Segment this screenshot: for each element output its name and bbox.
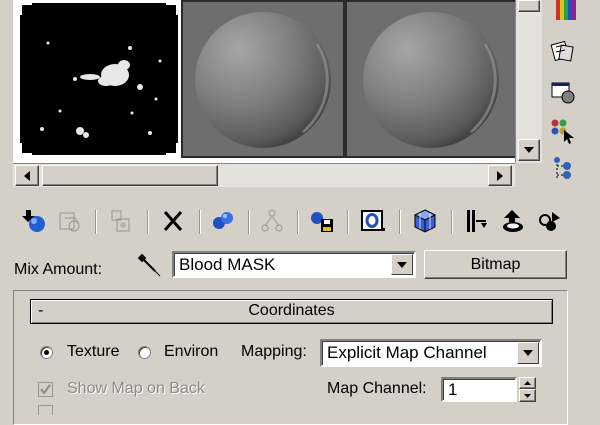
make-unique-icon	[259, 208, 285, 234]
material-effects-channel-icon[interactable]	[360, 208, 386, 234]
splatter-texture-preview	[20, 3, 178, 155]
sphere-preview	[183, 2, 343, 156]
mix-amount-label: Mix Amount:	[14, 261, 103, 278]
scroll-right-button[interactable]	[488, 165, 512, 186]
map-type-button[interactable]: Bitmap	[424, 250, 567, 279]
scroll-down-button[interactable]	[518, 139, 540, 161]
make-preview-icon[interactable]	[550, 38, 576, 64]
sample-slots-vertical-scrollbar[interactable]	[515, 0, 542, 163]
arrow-right-icon	[497, 170, 503, 181]
rollout-title: Coordinates	[248, 302, 335, 319]
chevron-down-icon	[397, 261, 407, 268]
arrow-left-icon	[24, 170, 30, 181]
arrow-down-icon	[524, 147, 534, 153]
arrow-up-icon	[524, 381, 531, 385]
texture-label: Texture	[67, 343, 120, 360]
map-name-dropdown[interactable]: Blood MASK	[172, 251, 416, 278]
environ-label: Environ	[164, 343, 219, 360]
go-forward-to-sibling-icon[interactable]	[536, 208, 562, 234]
checkmark-icon	[40, 384, 51, 395]
mapping-value: Explicit Map Channel	[327, 343, 487, 362]
sample-slot-3[interactable]	[345, 0, 517, 158]
show-end-result-icon[interactable]	[463, 208, 489, 234]
chevron-down-icon	[523, 350, 533, 356]
sample-slot-2[interactable]	[181, 0, 345, 158]
map-channel-label: Map Channel:	[327, 380, 427, 397]
assign-material-to-selection-icon	[108, 208, 134, 234]
texture-radio[interactable]	[40, 346, 53, 359]
material-navigator-icon[interactable]	[550, 156, 576, 182]
map-channel-field[interactable]: 1	[441, 377, 517, 402]
eyedropper-pick-icon[interactable]	[136, 252, 164, 280]
sample-slots-area	[13, 0, 525, 163]
scroll-left-button[interactable]	[15, 165, 39, 186]
dropdown-arrow-button[interactable]	[517, 342, 539, 364]
partially-visible-checkbox[interactable]	[38, 405, 53, 415]
scroll-thumb[interactable]	[518, 0, 540, 12]
background-icon[interactable]	[552, 0, 578, 26]
map-channel-value: 1	[448, 379, 458, 399]
spinner-down-button[interactable]	[519, 389, 536, 402]
put-material-to-scene-icon	[57, 208, 83, 234]
environ-radio[interactable]	[138, 346, 151, 359]
make-material-copy-icon[interactable]	[210, 208, 236, 234]
map-name-value: Blood MASK	[179, 254, 276, 274]
map-channel-spinner[interactable]	[519, 377, 536, 402]
show-map-in-viewport-icon[interactable]	[412, 208, 438, 234]
reset-map-delete-icon[interactable]	[160, 208, 186, 234]
sample-slots-horizontal-scrollbar[interactable]	[13, 163, 515, 187]
show-map-on-back-label: Show Map on Back	[67, 380, 205, 397]
get-material-icon[interactable]	[22, 208, 48, 234]
scroll-thumb[interactable]	[42, 165, 218, 186]
select-by-material-icon[interactable]	[550, 118, 576, 144]
mapping-dropdown[interactable]: Explicit Map Channel	[320, 339, 542, 367]
go-to-parent-icon[interactable]	[500, 208, 526, 234]
mapping-label: Mapping:	[241, 343, 307, 360]
sample-slot-1[interactable]	[17, 0, 181, 158]
arrow-down-icon	[524, 393, 531, 398]
options-icon[interactable]	[550, 80, 576, 106]
show-map-on-back-checkbox[interactable]	[38, 382, 53, 397]
coordinates-rollout-header[interactable]: - Coordinates	[30, 299, 553, 324]
put-to-library-icon[interactable]	[309, 208, 335, 234]
sphere-preview	[347, 2, 515, 156]
spinner-up-button[interactable]	[519, 377, 536, 389]
dropdown-arrow-button[interactable]	[391, 254, 413, 275]
